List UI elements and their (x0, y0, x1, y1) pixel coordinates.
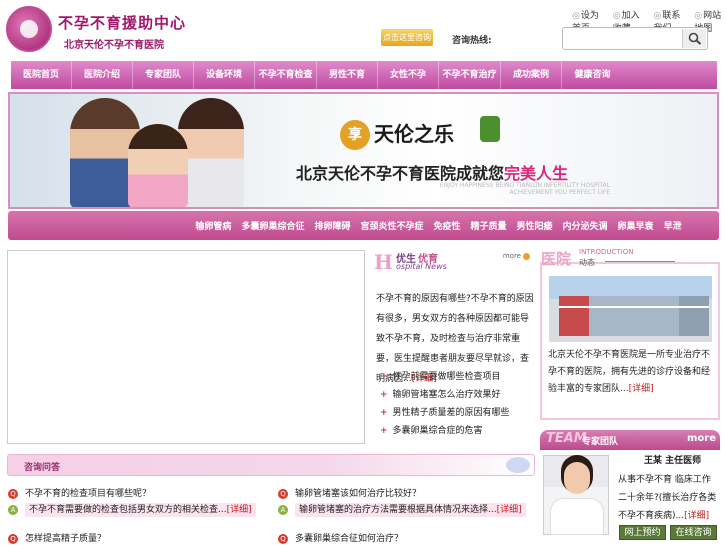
flash-slideshow-placeholder[interactable] (7, 250, 365, 444)
search-icon (688, 32, 702, 45)
banner-slogan: 天伦之乐 (374, 122, 454, 146)
intro-title-zh: 医院 (541, 250, 572, 268)
team-logo-text: TEAM (546, 431, 587, 446)
building-shape (559, 296, 709, 336)
nav-item[interactable]: 医院首页 (11, 61, 72, 89)
qa-question-text: 怎样提高精子质量？ (25, 534, 107, 544)
team-header: TEAM 专家团队 more (540, 430, 720, 450)
sub-nav-item[interactable]: 卵巢早衰 (618, 219, 654, 232)
doctor-face (564, 462, 590, 494)
nav-item[interactable]: 男性不育 (317, 61, 378, 89)
logo-subtitle: 北京天伦不孕不育医院 (64, 40, 164, 51)
question-icon: Q (278, 488, 288, 499)
banner-english-1: ENJOY HAPPINESS BEING TIANLUN INFERTILIT… (439, 182, 610, 189)
hospital-building-image[interactable] (549, 276, 712, 342)
news-list-item[interactable]: 输卵管堵塞怎么治疗效果好 (380, 386, 540, 404)
doctor-name: 王某 主任医师 (644, 456, 702, 466)
qa-answer-body: 输卵管堵塞的治疗方法需要根据具体情况来选择... (299, 505, 497, 515)
hotline-label: 咨询热线: (452, 36, 492, 46)
nav-item[interactable]: 健康咨询 (562, 61, 623, 89)
search-button[interactable] (682, 29, 706, 48)
sub-nav-item[interactable]: 宫颈炎性不孕症 (360, 219, 423, 232)
nav-item[interactable]: 女性不孕 (378, 61, 439, 89)
logo-icon[interactable] (6, 6, 52, 52)
sub-nav-item[interactable]: 精子质量 (471, 219, 507, 232)
qa-question-text: 多囊卵巢综合征如何治疗？ (295, 534, 404, 544)
sub-nav-item[interactable]: 排卵障碍 (314, 219, 350, 232)
qa-answer-body: 不孕不育需要做的检查包括男女双方的相关检查... (29, 505, 227, 515)
nav-item[interactable]: 医院介绍 (72, 61, 133, 89)
intro-title-divider (605, 261, 675, 262)
question-icon: Q (8, 533, 18, 544)
qa-question[interactable]: Q 多囊卵巢综合征如何治疗？ (278, 531, 403, 544)
consult-button[interactable]: 在线咨询 (670, 525, 717, 540)
qa-title: 咨询问答 (24, 463, 61, 473)
banner-english: ENJOY HAPPINESS BEING TIANLUN INFERTILIT… (430, 182, 610, 196)
consult-badge-button[interactable]: 点击这里咨询 (381, 29, 433, 46)
nav-item[interactable]: 不孕不育治疗 (439, 61, 501, 89)
intro-summary: 北京天伦不孕不育医院是一所专业治疗不孕不育的医院，拥有先进的诊疗设备和经验丰富的… (548, 347, 714, 398)
news-more-link[interactable]: more (503, 252, 530, 260)
doctor-description: 从事不孕不育 临床工作二十余年?(擅长治疗各类不孕不育疾病)...[详细] (618, 471, 718, 525)
question-icon: Q (8, 488, 18, 499)
qa-question[interactable]: Q 不孕不育的检查项目有哪些呢？ (8, 486, 151, 499)
nav-item[interactable]: 设备环境 (194, 61, 255, 89)
news-title-initial: H (374, 250, 393, 274)
search-box (562, 27, 708, 50)
logo-title: 不孕不育援助中心 (58, 14, 187, 32)
question-icon: Q (278, 533, 288, 544)
news-header: H 优生 优育 ospital News more (374, 250, 534, 274)
nav-item[interactable]: 不孕不育检查 (255, 61, 317, 89)
intro-title-zh2: 动态 (579, 258, 595, 267)
nav-item[interactable]: 专家团队 (133, 61, 194, 89)
sub-nav-item[interactable]: 输卵管病 (195, 219, 231, 232)
qa-question-text: 不孕不育的检查项目有哪些呢？ (25, 489, 152, 499)
news-list-item[interactable]: 怀孕前需要做哪些检查项目 (380, 368, 540, 386)
sub-nav-item[interactable]: 内分泌失调 (563, 219, 608, 232)
hotline: 咨询热线: (452, 33, 492, 46)
news-title-en: ospital News (396, 262, 447, 271)
team-more-link[interactable]: more (687, 433, 716, 444)
qa-answer[interactable]: A 不孕不育需要做的检查包括男女双方的相关检查...[详细] (8, 502, 256, 517)
sub-nav-item[interactable]: 免疫性 (433, 219, 460, 232)
sub-nav-item[interactable]: 早泄 (664, 219, 682, 232)
qa-answer-link[interactable]: [详细] (227, 505, 252, 515)
appointment-button[interactable]: 网上预约 (619, 525, 666, 540)
qa-decoration-icon (506, 457, 530, 473)
qa-question-text: 输卵管堵塞该如何治疗比较好？ (295, 489, 422, 499)
qa-answer-text: 输卵管堵塞的治疗方法需要根据具体情况来选择...[详细] (295, 503, 526, 517)
sub-nav-item[interactable]: 男性阳痿 (517, 219, 553, 232)
qa-answer-link[interactable]: [详细] (497, 505, 522, 515)
banner-tagline: 北京天伦不孕不育医院成就您完美人生 (296, 160, 568, 184)
news-list-item[interactable]: 男性精子质量差的原因有哪些 (380, 404, 540, 422)
news-list-item[interactable]: 多囊卵巢综合症的危害 (380, 422, 540, 440)
intro-title-en: INTRODUCTION (579, 248, 634, 256)
answer-icon: A (278, 504, 288, 515)
banner-seal-icon (480, 116, 500, 142)
banner-tagline-b: 完美人生 (504, 164, 569, 183)
main-nav: 医院首页 医院介绍 专家团队 设备环境 不孕不育检查 男性不育 女性不孕 不孕不… (11, 61, 717, 89)
sub-nav: 输卵管病 多囊卵巢综合征 排卵障碍 宫颈炎性不孕症 免疫性 精子质量 男性阳痿 … (8, 211, 719, 240)
answer-icon: A (8, 504, 18, 515)
qa-answer-text: 不孕不育需要做的检查包括男女双方的相关检查...[详细] (25, 503, 256, 517)
nav-item[interactable]: 成功案例 (501, 61, 562, 89)
sub-nav-item[interactable]: 多囊卵巢综合征 (241, 219, 304, 232)
banner-child-image (128, 124, 188, 207)
doctor-detail-link[interactable]: [详细] (684, 511, 709, 521)
banner-enjoy-seal: 享 (340, 120, 370, 150)
qa-answer[interactable]: A 输卵管堵塞的治疗方法需要根据具体情况来选择...[详细] (278, 502, 526, 517)
team-title: 专家团队 (582, 437, 619, 447)
doctor-photo[interactable] (543, 455, 609, 535)
intro-detail-link[interactable]: [详细] (629, 384, 654, 394)
qa-header: 咨询问答 (7, 454, 535, 476)
banner-tagline-a: 北京天伦不孕不育医院成就您 (296, 164, 505, 183)
hero-banner[interactable]: 享 天伦之乐 北京天伦不孕不育医院成就您完美人生 ENJOY HAPPINESS… (8, 92, 719, 209)
doctor-coat (550, 498, 604, 535)
qa-question[interactable]: Q 输卵管堵塞该如何治疗比较好？ (278, 486, 421, 499)
banner-english-2: ACHIEVEMENT YOU PERFECT LIFE (509, 189, 610, 196)
search-input[interactable] (567, 31, 677, 46)
qa-question[interactable]: Q 怎样提高精子质量？ (8, 531, 106, 544)
news-list: 怀孕前需要做哪些检查项目 输卵管堵塞怎么治疗效果好 男性精子质量差的原因有哪些 … (380, 368, 540, 440)
